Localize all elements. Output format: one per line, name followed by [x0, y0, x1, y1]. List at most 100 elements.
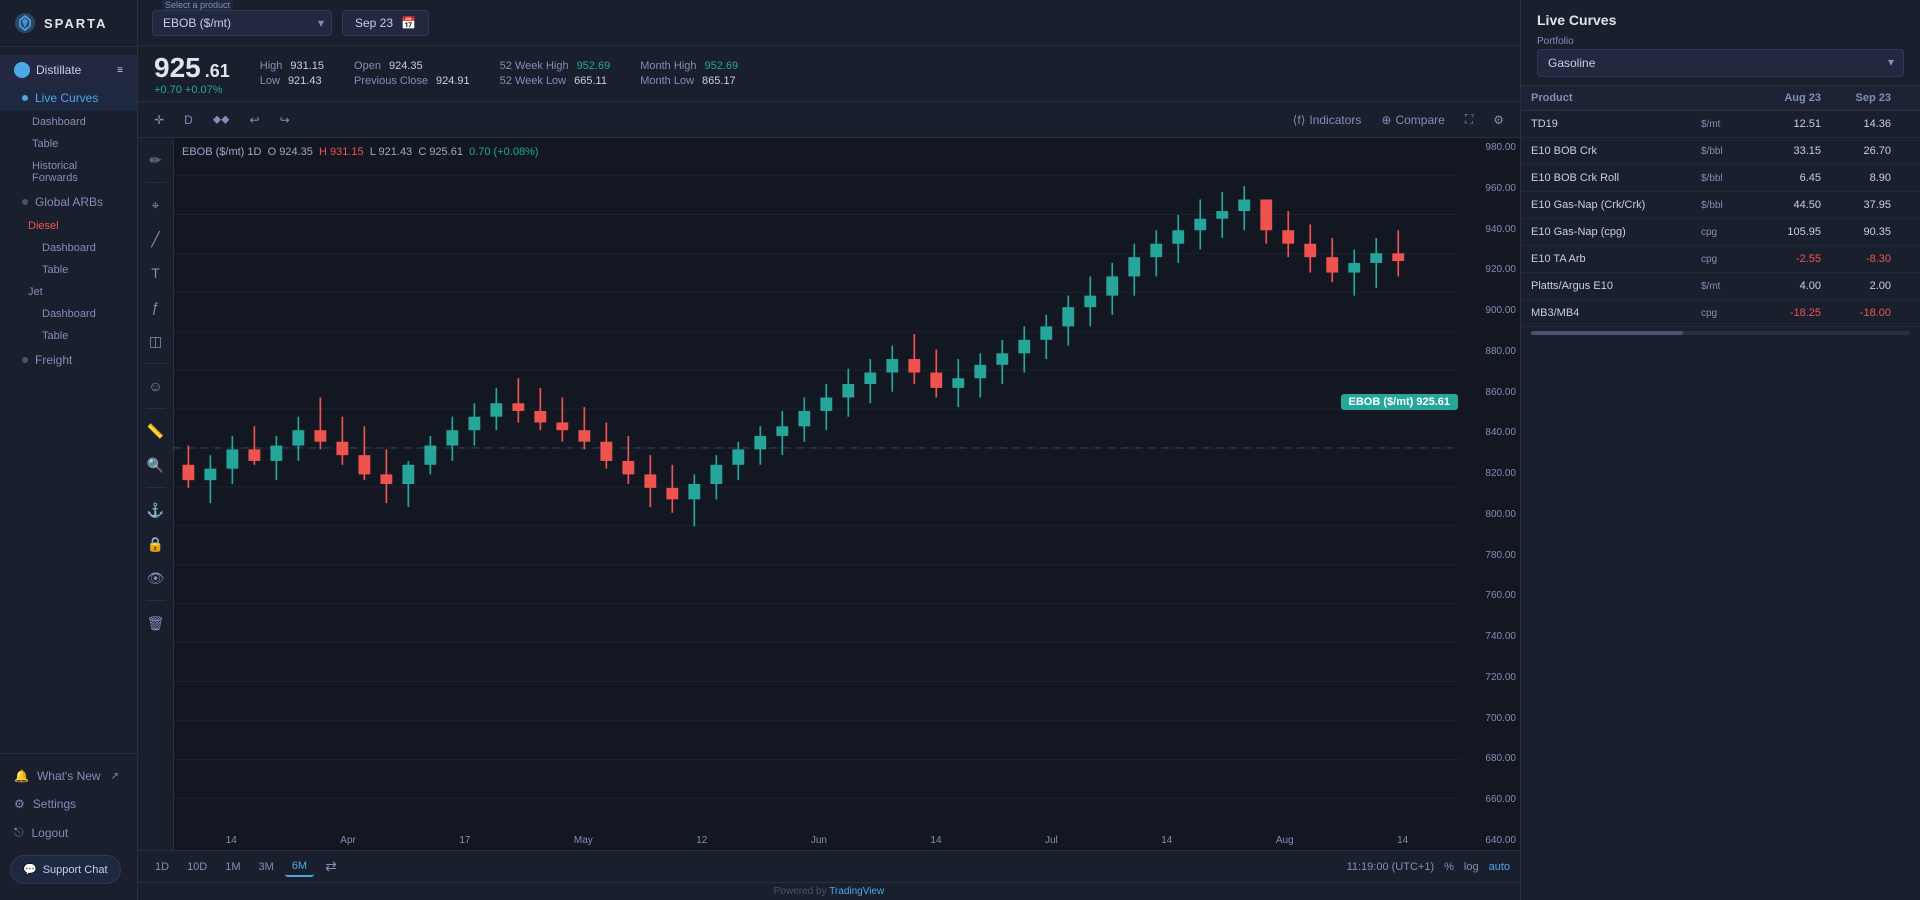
sidebar-subitem-hist-forwards[interactable]: Historical Forwards	[0, 155, 137, 189]
period-6m[interactable]: 6M	[285, 857, 314, 877]
settings-btn[interactable]: ⚙	[1487, 109, 1510, 131]
pattern-tool[interactable]: ◫	[142, 327, 170, 355]
trend-line-tool[interactable]: ╱	[142, 225, 170, 253]
text-tool[interactable]: T	[142, 259, 170, 287]
zoom-tool[interactable]: 🔍	[142, 451, 170, 479]
period-compare[interactable]: ⇄	[318, 855, 344, 878]
distillate-chevron: ≡	[117, 65, 123, 76]
chart-x-axis: 14 Apr 17 May 12 Jun 14 Jul 14 Aug 14	[174, 830, 1460, 850]
anchor-tool[interactable]: ⚓	[142, 496, 170, 524]
nav-distillate: Distillate ≡ Live Curves Dashboard Table…	[0, 47, 137, 381]
indicators-label: Indicators	[1309, 113, 1361, 127]
undo-btn[interactable]: ↩	[244, 109, 266, 131]
unit-label: $/bbl	[1701, 173, 1751, 184]
table-row[interactable]: E10 TA Arb cpg -2.55 -8.30 4.55 :	[1521, 246, 1920, 273]
interval-btn[interactable]: D	[178, 109, 199, 131]
month-high-value: 952.69	[704, 60, 738, 72]
low-label: Low	[260, 75, 280, 87]
fibonacci-tool[interactable]: ƒ	[142, 293, 170, 321]
52w-low-label: 52 Week Low	[500, 75, 566, 87]
aug-value: 12.51	[1751, 118, 1821, 130]
period-3m[interactable]: 3M	[252, 858, 281, 876]
aug-value: 6.45	[1751, 172, 1821, 184]
app-title: SPARTA	[44, 16, 108, 31]
x-label-14-4: 14	[1397, 835, 1408, 846]
smiley-tool[interactable]: ☺	[142, 372, 170, 400]
tool-divider-1	[146, 182, 166, 183]
distillate-category[interactable]: Distillate ≡	[0, 55, 137, 85]
chart-bottom-bar: 1D 10D 1M 3M 6M ⇄ 11:19:00 (UTC+1) % log…	[138, 850, 1520, 882]
sep-value: 90.35	[1821, 226, 1891, 238]
candle-type-btn[interactable]: ⬥⬥	[207, 108, 236, 131]
lock-tool[interactable]: 🔒	[142, 530, 170, 558]
powered-by: Powered by TradingView	[138, 882, 1520, 900]
scrollbar-track[interactable]	[1531, 331, 1910, 335]
auto-toggle[interactable]: auto	[1489, 861, 1510, 873]
table-row[interactable]: Platts/Argus E10 $/mt 4.00 2.00 -1.00 :	[1521, 273, 1920, 300]
crosshair-tool[interactable]: ✛	[148, 109, 170, 131]
distillate-icon	[14, 62, 30, 78]
period-10d[interactable]: 10D	[180, 858, 214, 876]
compare-btn[interactable]: ⊕ Compare	[1375, 109, 1450, 131]
prev-close-label: Previous Close	[354, 75, 428, 87]
price-integer: 925	[154, 52, 201, 84]
period-buttons: 1D 10D 1M 3M 6M ⇄	[148, 855, 344, 878]
table-row[interactable]: E10 BOB Crk Roll $/bbl 6.45 8.90 5.00 :	[1521, 165, 1920, 192]
freight-dot	[22, 357, 28, 363]
prev-close-value: 924.91	[436, 75, 470, 87]
y-label-900: 900.00	[1460, 305, 1520, 316]
sidebar-subitem-table-1[interactable]: Table	[0, 133, 137, 155]
high-label: High	[260, 60, 283, 72]
live-curves-title: Live Curves	[1537, 12, 1904, 28]
percent-toggle[interactable]: %	[1444, 861, 1454, 873]
table-row[interactable]: E10 BOB Crk $/bbl 33.15 26.70 17.80 1:	[1521, 138, 1920, 165]
y-label-980: 980.00	[1460, 142, 1520, 153]
period-1m[interactable]: 1M	[218, 858, 247, 876]
sidebar-subitem-jet-table[interactable]: Table	[0, 325, 137, 347]
x-label-jun: Jun	[811, 835, 827, 846]
hide-tool[interactable]: 👁	[142, 564, 170, 592]
external-link-icon: ↗	[111, 771, 119, 782]
sidebar-subitem-dashboard-1[interactable]: Dashboard	[0, 111, 137, 133]
scrollbar-thumb[interactable]	[1531, 331, 1683, 335]
sidebar-item-live-curves[interactable]: Live Curves	[0, 85, 137, 111]
chart-wrapper: ✏ ⌖ ╱ T ƒ ◫ ☺ 📏 🔍 ⚓ 🔒 👁 🗑 EBOB ($/mt) 1D	[138, 138, 1520, 850]
sidebar-subitem-diesel-table[interactable]: Table	[0, 259, 137, 281]
sidebar-item-freight[interactable]: Freight	[0, 347, 137, 373]
price-header: 925.61 +0.70 +0.07% High 931.15 Low 921.…	[138, 46, 1520, 102]
date-picker[interactable]: Sep 23 📅	[342, 10, 429, 36]
unit-label: cpg	[1701, 227, 1751, 238]
support-chat-button[interactable]: 💬 Support Chat	[10, 855, 121, 884]
cursor-tool[interactable]: ⌖	[142, 191, 170, 219]
table-row[interactable]: E10 Gas-Nap (cpg) cpg 105.95 90.35 68.80…	[1521, 219, 1920, 246]
tradingview-link[interactable]: TradingView	[829, 886, 884, 897]
sep-value: -8.30	[1821, 253, 1891, 265]
log-toggle[interactable]: log	[1464, 861, 1479, 873]
sidebar-item-global-arbs[interactable]: Global ARBs	[0, 189, 137, 215]
logout-item[interactable]: ⎋ Logout	[0, 818, 137, 847]
y-label-920: 920.00	[1460, 264, 1520, 275]
sep-value: -18.00	[1821, 307, 1891, 319]
chart-bottom-right: 11:19:00 (UTC+1) % log auto	[1347, 861, 1510, 873]
freight-label: Freight	[35, 353, 72, 367]
indicators-btn[interactable]: ⟨f⟩ Indicators	[1287, 109, 1368, 131]
redo-btn[interactable]: ↪	[274, 109, 296, 131]
settings-item[interactable]: ⚙ Settings	[0, 790, 137, 818]
table-row[interactable]: E10 Gas-Nap (Crk/Crk) $/bbl 44.50 37.95 …	[1521, 192, 1920, 219]
table-row[interactable]: TD19 $/mt 12.51 14.36 16.64 1:	[1521, 111, 1920, 138]
delete-tool[interactable]: 🗑	[142, 609, 170, 637]
portfolio-select[interactable]: Gasoline	[1537, 49, 1904, 77]
compare-label: Compare	[1395, 113, 1444, 127]
ruler-tool[interactable]: 📏	[142, 417, 170, 445]
product-select[interactable]: EBOB ($/mt)	[152, 10, 332, 36]
fullscreen-btn[interactable]: ⛶	[1459, 108, 1479, 131]
table-row[interactable]: MB3/MB4 cpg -18.25 -18.00 -16.90 -1:	[1521, 300, 1920, 327]
price-change: +0.70 +0.07%	[154, 84, 230, 96]
sidebar-subitem-jet-dashboard[interactable]: Dashboard	[0, 303, 137, 325]
sidebar-subitem-diesel-dashboard[interactable]: Dashboard	[0, 237, 137, 259]
pencil-tool[interactable]: ✏	[142, 146, 170, 174]
whats-new-item[interactable]: 🔔 What's New ↗	[0, 762, 137, 790]
product-name: MB3/MB4	[1531, 307, 1701, 319]
period-1d[interactable]: 1D	[148, 858, 176, 876]
chart-main[interactable]: EBOB ($/mt) 1D O 924.35 H 931.15 L 921.4…	[174, 138, 1520, 850]
